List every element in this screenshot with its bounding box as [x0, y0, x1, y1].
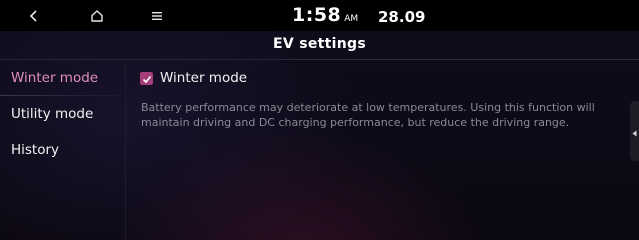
- page-title: EV settings: [273, 36, 366, 52]
- back-chevron-icon: [28, 9, 40, 23]
- winter-mode-description: Battery performance may deteriorate at l…: [141, 101, 595, 129]
- clock-time: 1:58: [292, 4, 342, 26]
- winter-mode-checkbox-label: Winter mode: [160, 70, 248, 86]
- clock-ampm: AM: [344, 14, 359, 24]
- sidebar: Winter mode Utility mode History: [0, 60, 126, 240]
- home-button[interactable]: [85, 4, 109, 28]
- sidebar-item-history[interactable]: History: [0, 133, 124, 167]
- clock: 1:58 AM: [292, 5, 358, 25]
- sidebar-item-utility-mode[interactable]: Utility mode: [0, 97, 124, 131]
- menu-icon: [151, 11, 163, 21]
- winter-mode-toggle-row[interactable]: Winter mode: [140, 68, 247, 88]
- menu-button[interactable]: [145, 4, 169, 28]
- home-icon: [90, 9, 104, 23]
- ev-settings-screen: 1:58 AM 28.09 EV settings Winter mode Ut…: [0, 0, 639, 240]
- date: 28.09: [378, 8, 426, 26]
- sidebar-divider: [125, 60, 126, 240]
- side-panel-handle[interactable]: [630, 101, 639, 161]
- sidebar-item-winter-mode[interactable]: Winter mode: [0, 61, 124, 95]
- winter-mode-checkbox[interactable]: [140, 69, 153, 88]
- active-item-underline: [0, 95, 124, 96]
- left-arrow-icon: [632, 122, 637, 141]
- status-bar: 1:58 AM 28.09: [0, 0, 639, 31]
- back-button[interactable]: [22, 4, 46, 28]
- checkmark-icon: [142, 69, 152, 88]
